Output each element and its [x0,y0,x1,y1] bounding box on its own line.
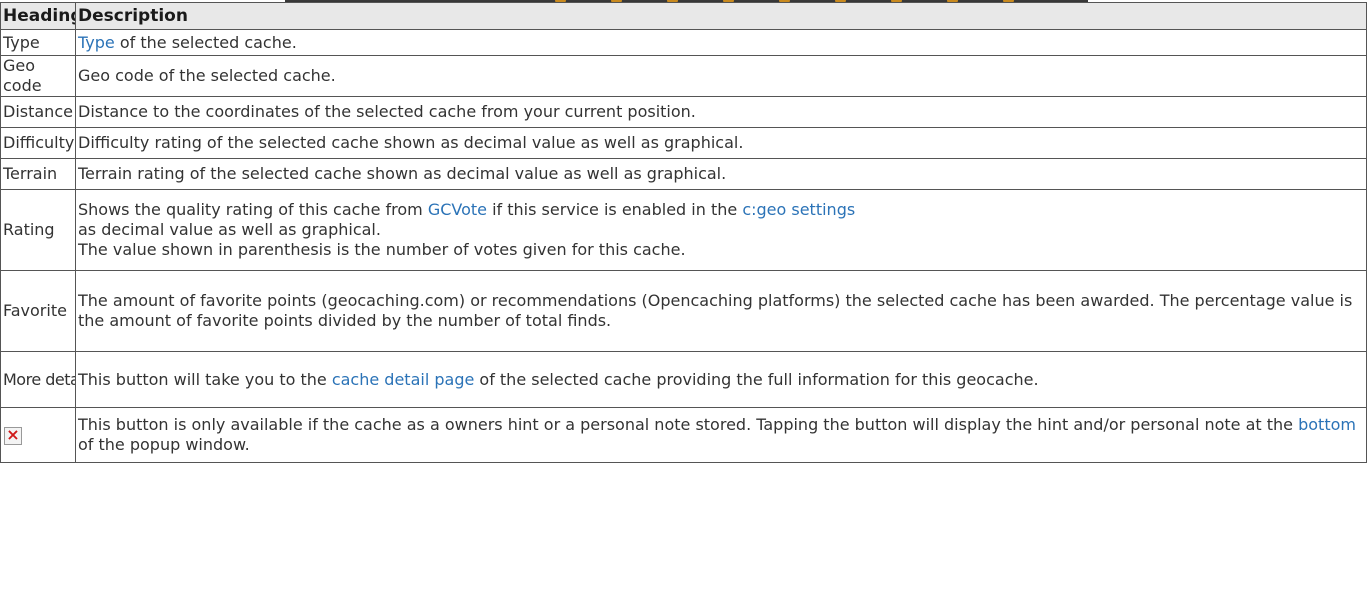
row-description-geo-code: Geo code of the selected cache. [75,55,1367,97]
broken-image-icon[interactable] [4,425,22,445]
table-row-type: Type Type of the selected cache. [0,29,1367,56]
table-row-favorite: Favorite The amount of favorite points (… [0,270,1367,352]
cgeo-settings-link[interactable]: c:geo settings [742,200,855,219]
bottom-link[interactable]: bottom [1298,415,1356,434]
rating-text-2: if this service is enabled in the [487,200,743,219]
table-row-difficulty: Difficulty Difficulty rating of the sele… [0,127,1367,159]
table-row-rating: Rating Shows the quality rating of this … [0,189,1367,271]
type-description-text: of the selected cache. [114,32,297,52]
row-heading-rating: Rating [0,189,76,271]
row-description-terrain: Terrain rating of the selected cache sho… [75,158,1367,190]
cache-popup-description-table: Heading Description Type Type of the sel… [0,2,1367,463]
table-row-terrain: Terrain Terrain rating of the selected c… [0,158,1367,190]
table-row-geo-code: Geo code Geo code of the selected cache. [0,55,1367,97]
row-heading-distance: Distance [0,96,76,128]
row-heading-favorite: Favorite [0,270,76,352]
rating-text-3: as decimal value as well as graphical. [78,220,381,239]
row-description-rating: Shows the quality rating of this cache f… [75,189,1367,271]
row-description-type: Type of the selected cache. [75,29,1367,56]
more-details-text-1: This button will take you to the [78,369,332,389]
row-heading-difficulty: Difficulty [0,127,76,159]
type-link[interactable]: Type [78,33,115,52]
table-row-hint: This button is only available if the cac… [0,407,1367,463]
row-description-distance: Distance to the coordinates of the selec… [75,96,1367,128]
row-description-favorite: The amount of favorite points (geocachin… [75,270,1367,352]
hint-text-2: of the popup window. [78,435,250,454]
heading-column-header: Heading [0,2,76,30]
row-description-more-details: This button will take you to the cache d… [75,351,1367,408]
row-heading-hint [0,407,76,463]
row-heading-more-details: More details [0,351,76,408]
more-details-text-2: of the selected cache providing the full… [474,369,1039,389]
row-description-hint: This button is only available if the cac… [75,407,1367,463]
table-header-row: Heading Description [0,2,1367,30]
row-heading-geo-code: Geo code [0,55,76,97]
description-column-header: Description [75,2,1367,30]
gcvote-link[interactable]: GCVote [428,200,487,219]
row-heading-terrain: Terrain [0,158,76,190]
rating-text-4: The value shown in parenthesis is the nu… [78,240,686,259]
table-row-more-details: More details This button will take you t… [0,351,1367,408]
table-row-distance: Distance Distance to the coordinates of … [0,96,1367,128]
cache-detail-page-link[interactable]: cache detail page [332,370,474,389]
row-description-difficulty: Difficulty rating of the selected cache … [75,127,1367,159]
hint-text-1: This button is only available if the cac… [78,415,1299,434]
row-heading-type: Type [0,29,76,56]
rating-text-1: Shows the quality rating of this cache f… [78,200,428,219]
